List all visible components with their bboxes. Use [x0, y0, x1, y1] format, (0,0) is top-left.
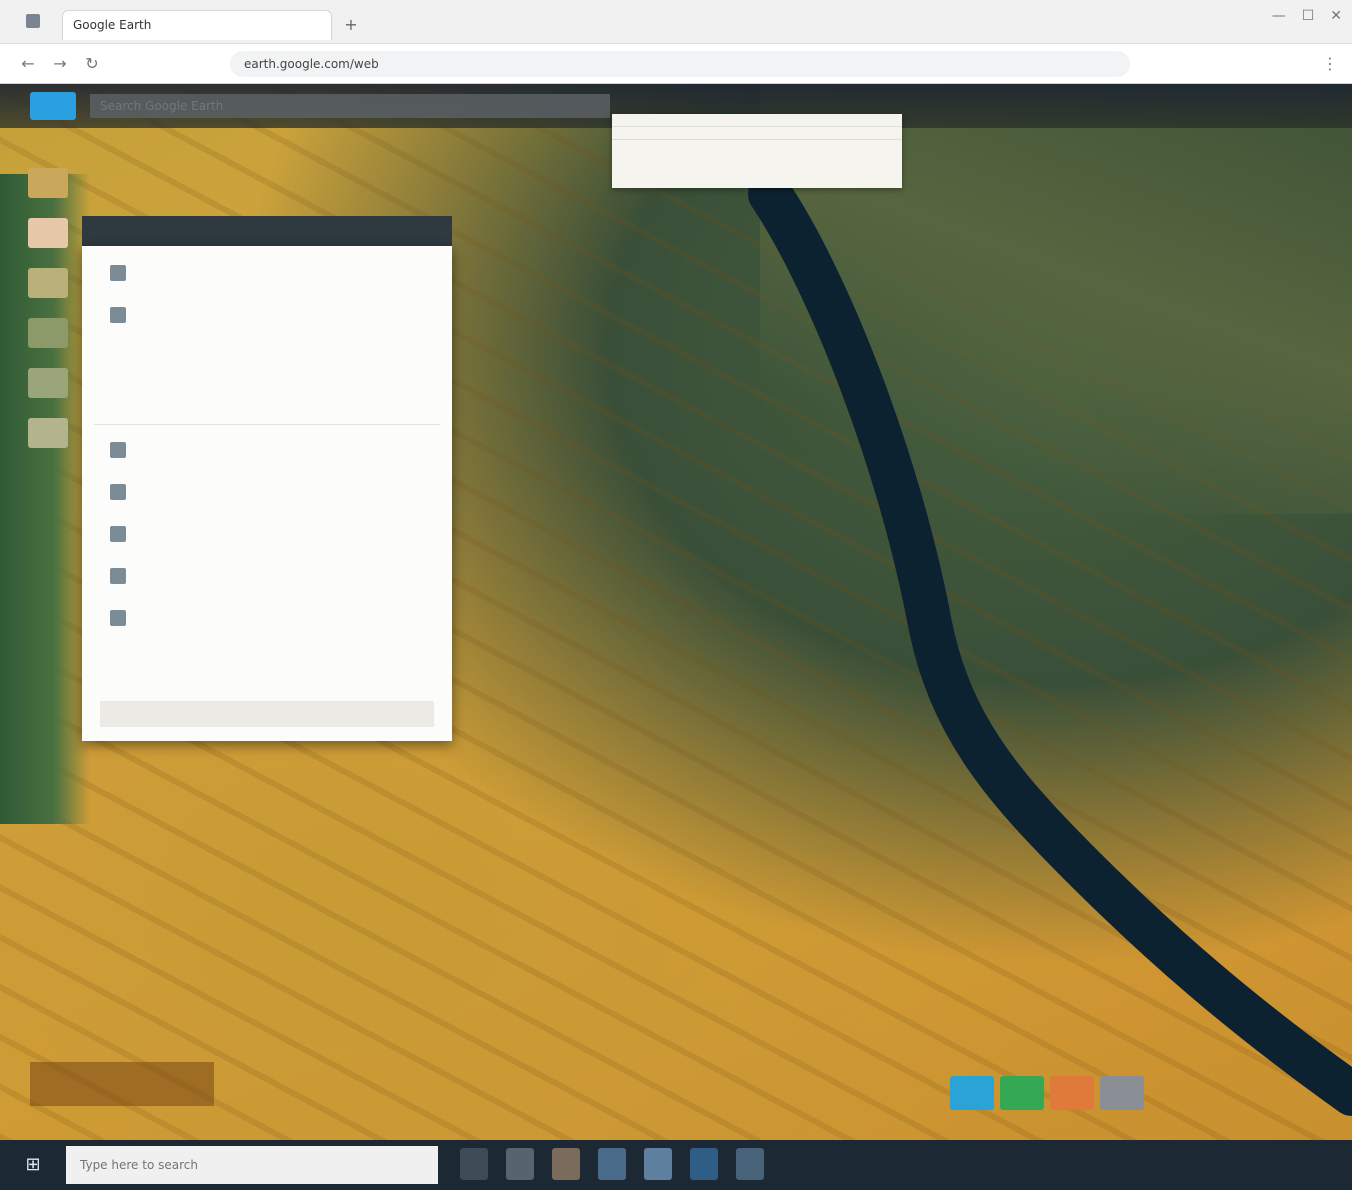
back-icon[interactable]: ← [18, 54, 38, 74]
rail-button-feeling-lucky[interactable] [28, 268, 68, 298]
menu-item[interactable] [82, 513, 452, 555]
taskbar-app-icon[interactable] [598, 1148, 626, 1180]
forward-icon[interactable]: → [50, 54, 70, 74]
reload-icon[interactable]: ↻ [82, 54, 102, 74]
search-result[interactable] [612, 114, 902, 127]
menu-item-icon [110, 442, 126, 458]
search-input[interactable] [90, 94, 610, 118]
taskbar-search-input[interactable] [66, 1146, 438, 1184]
menu-footer-bar[interactable] [100, 701, 434, 727]
minimize-icon[interactable]: — [1272, 8, 1286, 24]
scale-attribution [30, 1062, 214, 1106]
map-controls [950, 1076, 1144, 1116]
tab-google-earth[interactable]: Google Earth [62, 10, 332, 40]
fly-to-location-icon[interactable] [1050, 1076, 1094, 1110]
menu-item-icon [110, 484, 126, 500]
menu-item[interactable] [82, 294, 452, 336]
menu-item[interactable] [82, 378, 452, 420]
menu-item-icon [110, 568, 126, 584]
rail-button-projects[interactable] [28, 318, 68, 348]
menu-item-icon [110, 526, 126, 542]
browser-toolbar: ← → ↻ ⋮ [0, 44, 1352, 84]
search-result[interactable] [612, 127, 902, 140]
side-rail [0, 128, 78, 768]
menu-item[interactable] [82, 639, 452, 681]
menu-item-icon [110, 391, 126, 407]
menu-item-icon [110, 307, 126, 323]
menu-item[interactable] [82, 555, 452, 597]
toggle-3d-icon[interactable] [1100, 1076, 1144, 1110]
river-channel [748, 172, 1352, 1116]
pegman-icon[interactable] [950, 1076, 994, 1110]
context-menu [82, 246, 452, 741]
taskbar-app-icon[interactable] [690, 1148, 718, 1180]
menu-item[interactable] [82, 336, 452, 378]
menu-item[interactable] [82, 429, 452, 471]
rail-button-measure[interactable] [28, 418, 68, 448]
taskbar-app-icon[interactable] [552, 1148, 580, 1180]
taskbar-app-icon[interactable] [644, 1148, 672, 1180]
address-bar[interactable] [230, 51, 1130, 77]
menu-divider [94, 424, 440, 425]
map-viewport[interactable] [0, 84, 1352, 1140]
menu-item[interactable] [82, 252, 452, 294]
panel-header [82, 216, 452, 246]
maximize-icon[interactable]: ☐ [1302, 8, 1315, 24]
rail-button-search[interactable] [28, 168, 68, 198]
earth-logo[interactable] [30, 92, 76, 120]
search-results-dropdown [612, 114, 902, 188]
menu-item-icon [110, 610, 126, 626]
menu-item[interactable] [82, 471, 452, 513]
browser-menu-icon[interactable]: ⋮ [1322, 54, 1338, 73]
task-view-icon[interactable] [460, 1148, 488, 1180]
browser-app-icon [26, 14, 40, 28]
menu-item-icon [110, 349, 126, 365]
menu-item-icon [110, 265, 126, 281]
browser-tab-strip: Google Earth + — ☐ ✕ [0, 0, 1352, 44]
menu-item-icon [110, 652, 126, 668]
taskbar: ⊞ [0, 1140, 1352, 1190]
rail-button-map-style[interactable] [28, 368, 68, 398]
rail-button-voyager[interactable] [28, 218, 68, 248]
new-tab-button[interactable]: + [340, 14, 362, 36]
taskbar-app-icon[interactable] [506, 1148, 534, 1180]
taskbar-apps [460, 1148, 764, 1180]
taskbar-app-icon[interactable] [736, 1148, 764, 1180]
menu-item[interactable] [82, 597, 452, 639]
windows-start-icon[interactable]: ⊞ [20, 1152, 46, 1178]
compass-icon[interactable] [1000, 1076, 1044, 1110]
close-icon[interactable]: ✕ [1330, 8, 1342, 24]
window-controls: — ☐ ✕ [1272, 8, 1342, 24]
